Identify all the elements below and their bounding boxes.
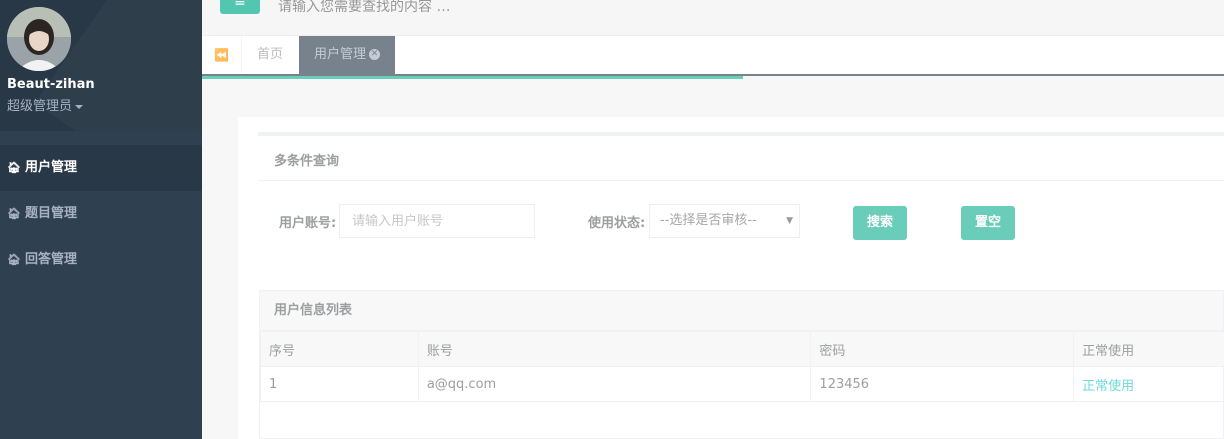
account-input[interactable]	[339, 204, 535, 238]
user-table: 序号 账号 密码 正常使用 1 a@qq.com 123456 正常使用	[260, 331, 1224, 402]
menu-toggle-button[interactable]: ≡	[220, 0, 260, 14]
sidebar-item-label: 题目管理	[25, 206, 78, 221]
cell-index: 1	[260, 366, 419, 402]
user-role-dropdown[interactable]: 超级管理员	[7, 95, 84, 114]
home-icon: 🏠︎	[7, 161, 21, 174]
sidebar-item-question-management[interactable]: 🏠︎ 题目管理	[0, 191, 202, 237]
column-header-password: 密码	[810, 331, 1075, 367]
avatar[interactable]	[7, 7, 71, 71]
global-search-input[interactable]	[278, 0, 678, 17]
sidebar: Beaut-zihan 超级管理员 🏠︎ 用户管理 🏠︎ 题目管理 🏠︎ 回答管理	[0, 0, 202, 439]
tab-user-management[interactable]: 用户管理 ✕	[299, 36, 396, 74]
search-button[interactable]: 搜索	[853, 206, 907, 240]
page-load-progress-bar	[202, 76, 743, 79]
home-icon: 🏠︎	[7, 253, 21, 266]
tab-label: 首页	[257, 47, 284, 62]
user-name: Beaut-zihan	[7, 77, 95, 92]
profile-panel: Beaut-zihan 超级管理员	[0, 0, 202, 131]
top-navbar: ≡	[202, 0, 1224, 36]
tab-scroll-left-button[interactable]: ⏪	[202, 36, 242, 74]
user-role-label: 超级管理员	[7, 99, 73, 114]
main-content: 多条件查询 用户账号: 使用状态: --选择是否审核-- ▼ 搜索 置空 用户信…	[238, 117, 1224, 439]
status-select[interactable]: --选择是否审核-- ▼	[649, 204, 800, 238]
sidebar-item-user-management[interactable]: 🏠︎ 用户管理	[0, 145, 202, 191]
user-list-title: 用户信息列表	[260, 291, 1223, 331]
tab-bar: ⏪ 首页 用户管理 ✕	[202, 36, 1224, 76]
table-row: 1 a@qq.com 123456 正常使用	[260, 366, 1224, 402]
sidebar-item-label: 用户管理	[25, 160, 78, 175]
status-select-value: --选择是否审核--	[660, 213, 757, 228]
cell-password: 123456	[810, 366, 1075, 402]
account-label: 用户账号:	[279, 216, 337, 231]
column-header-status: 正常使用	[1073, 331, 1224, 367]
cell-account: a@qq.com	[417, 366, 812, 402]
close-icon[interactable]: ✕	[369, 49, 381, 60]
sidebar-item-label: 回答管理	[25, 252, 78, 267]
column-header-account: 账号	[417, 331, 812, 367]
query-panel-title: 多条件查询	[274, 154, 340, 169]
tab-label: 用户管理	[314, 47, 367, 62]
tab-home[interactable]: 首页	[242, 36, 298, 74]
double-chevron-left-icon: ⏪	[214, 48, 229, 62]
cell-status-link[interactable]: 正常使用	[1073, 366, 1224, 402]
caret-down-icon	[75, 104, 84, 109]
table-header-row: 序号 账号 密码 正常使用	[260, 331, 1224, 367]
home-icon: 🏠︎	[7, 207, 21, 220]
status-label: 使用状态:	[588, 216, 646, 231]
column-header-index: 序号	[260, 331, 419, 367]
panel-top-border	[258, 132, 1224, 136]
sidebar-item-answer-management[interactable]: 🏠︎ 回答管理	[0, 237, 202, 283]
hamburger-icon: ≡	[234, 0, 246, 10]
user-list-panel: 用户信息列表 序号 账号 密码 正常使用 1 a@qq.com 123456 正…	[259, 290, 1224, 439]
divider	[258, 180, 1224, 181]
reset-button[interactable]: 置空	[961, 206, 1015, 240]
caret-down-icon: ▼	[786, 216, 793, 226]
